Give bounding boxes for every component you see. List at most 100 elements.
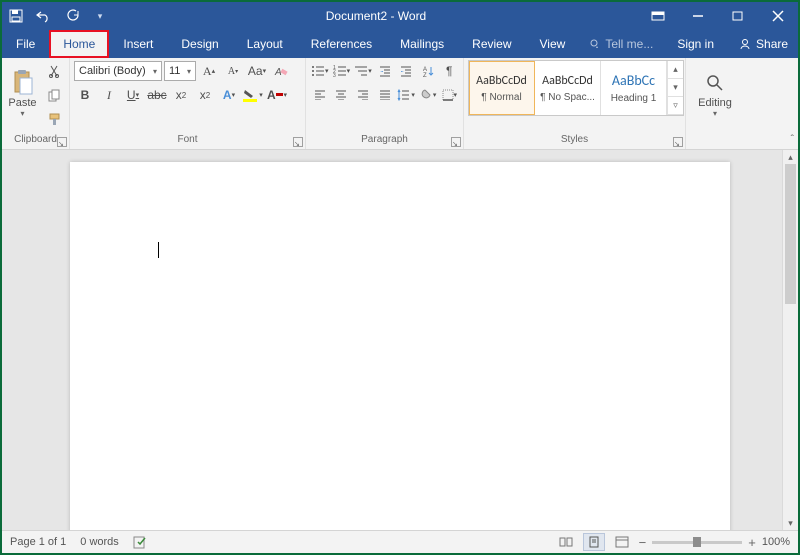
word-count[interactable]: 0 words xyxy=(80,536,119,548)
font-size-select[interactable]: 11▾ xyxy=(164,61,196,81)
copy-icon[interactable] xyxy=(43,84,65,106)
highlight-icon[interactable]: ▾ xyxy=(242,84,264,106)
share-icon xyxy=(738,37,752,51)
grow-font-icon[interactable]: A▴ xyxy=(198,60,220,82)
maximize-button[interactable] xyxy=(718,2,758,30)
group-paragraph-label: Paragraph xyxy=(310,133,459,149)
document-page[interactable] xyxy=(70,162,730,530)
bullets-icon[interactable]: ▾ xyxy=(310,60,330,82)
justify-icon[interactable] xyxy=(375,84,395,106)
cut-icon[interactable] xyxy=(43,60,65,82)
superscript-icon[interactable]: x2 xyxy=(194,84,216,106)
text-effects-icon[interactable]: A▾ xyxy=(218,84,240,106)
styles-more-icon[interactable]: ▿ xyxy=(668,97,683,115)
share-label: Share xyxy=(756,37,788,51)
font-name-select[interactable]: Calibri (Body)▾ xyxy=(74,61,162,81)
zoom-slider[interactable] xyxy=(652,541,742,544)
align-center-icon[interactable] xyxy=(332,84,352,106)
style-name-normal: ¶ Normal xyxy=(481,92,521,103)
zoom-in-icon[interactable]: + xyxy=(748,535,756,550)
vertical-scrollbar[interactable]: ▴ ▾ xyxy=(782,150,798,530)
tab-design[interactable]: Design xyxy=(167,30,232,58)
subscript-icon[interactable]: x2 xyxy=(170,84,192,106)
style-preview-normal: AaBbCcDd xyxy=(476,74,527,88)
collapse-ribbon-icon[interactable]: ˆ xyxy=(791,134,794,145)
paste-icon xyxy=(9,69,37,97)
web-layout-icon[interactable] xyxy=(611,533,633,551)
save-icon[interactable] xyxy=(2,2,30,30)
tell-me-search[interactable]: Tell me... xyxy=(579,30,663,58)
editing-button[interactable]: Editing ▾ xyxy=(690,60,740,126)
paste-label: Paste xyxy=(8,97,36,109)
numbering-icon[interactable]: 123▾ xyxy=(332,60,352,82)
styles-scroll: ▴ ▾ ▿ xyxy=(667,61,683,115)
tab-review[interactable]: Review xyxy=(458,30,525,58)
group-clipboard: Paste ▾ Clipboard xyxy=(2,58,70,149)
group-editing: Editing ▾ ˆ xyxy=(686,58,798,149)
style-no-spacing[interactable]: AaBbCcDd ¶ No Spac... xyxy=(535,61,601,115)
styles-up-icon[interactable]: ▴ xyxy=(668,61,683,79)
paragraph-launcher[interactable] xyxy=(451,137,461,147)
multilevel-list-icon[interactable]: ▾ xyxy=(353,60,373,82)
style-heading1[interactable]: AaBbCc Heading 1 xyxy=(601,61,667,115)
borders-icon[interactable]: ▾ xyxy=(439,84,459,106)
style-preview-h1: AaBbCc xyxy=(612,72,655,89)
paste-button[interactable]: Paste ▾ xyxy=(6,60,39,126)
read-mode-icon[interactable] xyxy=(555,533,577,551)
clipboard-launcher[interactable] xyxy=(57,137,67,147)
scroll-up-icon[interactable]: ▴ xyxy=(783,150,798,164)
tab-view[interactable]: View xyxy=(526,30,580,58)
line-spacing-icon[interactable]: ▾ xyxy=(396,84,416,106)
sign-in-link[interactable]: Sign in xyxy=(663,30,728,58)
svg-text:3: 3 xyxy=(333,73,336,77)
group-font-label: Font xyxy=(74,133,301,149)
tab-layout[interactable]: Layout xyxy=(233,30,297,58)
svg-text:Z: Z xyxy=(423,73,427,77)
strikethrough-icon[interactable]: abc xyxy=(146,84,168,106)
print-layout-icon[interactable] xyxy=(583,533,605,551)
page-indicator[interactable]: Page 1 of 1 xyxy=(10,536,66,548)
decrease-indent-icon[interactable] xyxy=(375,60,395,82)
zoom-percent[interactable]: 100% xyxy=(762,536,790,548)
align-right-icon[interactable] xyxy=(353,84,373,106)
group-paragraph: ▾ 123▾ ▾ AZ ¶ ▾ ▾ ▾ Paragraph xyxy=(306,58,464,149)
increase-indent-icon[interactable] xyxy=(396,60,416,82)
styles-down-icon[interactable]: ▾ xyxy=(668,79,683,97)
share-button[interactable]: Share xyxy=(728,30,798,58)
close-button[interactable] xyxy=(758,2,798,30)
font-launcher[interactable] xyxy=(293,137,303,147)
ribbon-display-icon[interactable] xyxy=(638,2,678,30)
zoom-out-icon[interactable]: − xyxy=(639,535,647,550)
qat-customize-icon[interactable]: ▾ xyxy=(86,2,114,30)
change-case-icon[interactable]: Aa▾ xyxy=(246,60,268,82)
group-font: Calibri (Body)▾ 11▾ A▴ A▾ Aa▾ A B I U ▾ … xyxy=(70,58,306,149)
tab-home[interactable]: Home xyxy=(49,30,109,58)
quick-access-toolbar: ▾ xyxy=(2,2,114,30)
tab-references[interactable]: References xyxy=(297,30,386,58)
italic-icon[interactable]: I xyxy=(98,84,120,106)
bold-icon[interactable]: B xyxy=(74,84,96,106)
style-normal[interactable]: AaBbCcDd ¶ Normal xyxy=(469,61,535,115)
scroll-down-icon[interactable]: ▾ xyxy=(783,516,798,530)
shading-icon[interactable]: ▾ xyxy=(418,84,438,106)
redo-icon[interactable] xyxy=(58,2,86,30)
ribbon: Paste ▾ Clipboard Calibri (Body)▾ 11▾ A▴… xyxy=(2,58,798,150)
format-painter-icon[interactable] xyxy=(43,108,65,130)
tab-file[interactable]: File xyxy=(2,30,49,58)
tab-mailings[interactable]: Mailings xyxy=(386,30,458,58)
group-styles-label: Styles xyxy=(468,133,681,149)
scroll-thumb[interactable] xyxy=(785,164,796,304)
font-color-icon[interactable]: A▾ xyxy=(266,84,288,106)
proofing-icon[interactable] xyxy=(133,535,149,549)
clear-formatting-icon[interactable]: A xyxy=(270,60,292,82)
minimize-button[interactable] xyxy=(678,2,718,30)
underline-icon[interactable]: U ▾ xyxy=(122,84,144,106)
zoom-slider-knob[interactable] xyxy=(693,537,701,547)
show-marks-icon[interactable]: ¶ xyxy=(439,60,459,82)
sort-icon[interactable]: AZ xyxy=(418,60,438,82)
align-left-icon[interactable] xyxy=(310,84,330,106)
undo-icon[interactable] xyxy=(30,2,58,30)
shrink-font-icon[interactable]: A▾ xyxy=(222,60,244,82)
tab-insert[interactable]: Insert xyxy=(109,30,167,58)
styles-launcher[interactable] xyxy=(673,137,683,147)
